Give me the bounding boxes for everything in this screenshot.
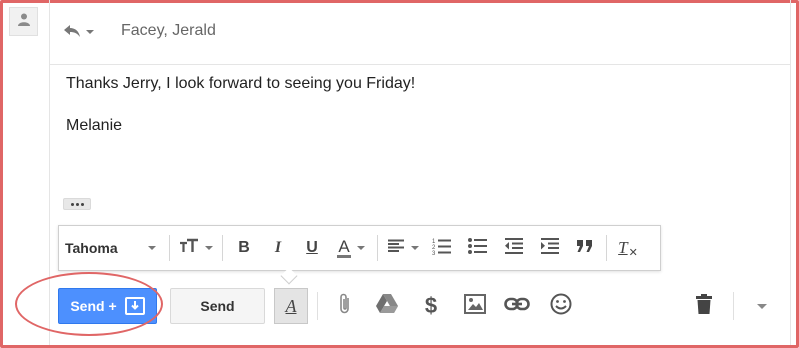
link-icon <box>504 297 530 316</box>
insert-photo-button[interactable] <box>462 293 488 319</box>
reply-compose: Facey, Jerald Thanks Jerry, I look forwa… <box>49 0 791 345</box>
numbered-list-button[interactable]: 1 2 3 <box>424 234 460 262</box>
bulleted-list-icon <box>468 237 488 260</box>
svg-text:3: 3 <box>432 251 436 255</box>
emoji-icon <box>550 293 572 320</box>
align-select[interactable] <box>382 234 424 262</box>
insert-link-button[interactable] <box>504 293 530 319</box>
text-color-label: A <box>337 236 351 258</box>
send-plus-label: Send + <box>70 298 117 314</box>
send-button[interactable]: Send <box>170 288 265 324</box>
show-trimmed-content-button[interactable] <box>63 198 91 210</box>
font-size-icon <box>179 238 199 259</box>
insert-emoji-button[interactable] <box>548 293 574 319</box>
reply-icon <box>62 22 82 43</box>
indent-less-button[interactable] <box>496 234 532 262</box>
chevron-down-icon <box>147 246 156 250</box>
close-icon: ✕ <box>628 246 638 259</box>
indent-more-button[interactable] <box>532 234 568 262</box>
italic-button[interactable]: I <box>261 234 295 262</box>
quote-button[interactable] <box>568 234 602 262</box>
attach-file-button[interactable] <box>332 293 358 319</box>
formatting-toggle-label: A <box>285 295 297 316</box>
discard-draft-button[interactable] <box>691 293 717 319</box>
text-color-select[interactable]: A <box>329 234 373 262</box>
person-icon <box>17 12 31 31</box>
quote-icon <box>576 239 594 258</box>
chevron-down-icon <box>411 246 419 250</box>
sender-avatar <box>9 7 38 36</box>
font-family-select[interactable]: Tahoma <box>59 234 165 262</box>
send-money-button[interactable]: $ <box>418 293 444 319</box>
remove-formatting-button[interactable]: T ✕ <box>611 234 645 262</box>
font-size-select[interactable] <box>174 234 218 262</box>
recipient-name[interactable]: Facey, Jerald <box>121 22 216 40</box>
bold-button[interactable]: B <box>227 234 261 262</box>
photo-icon <box>464 293 486 319</box>
send-and-archive-button[interactable]: Send + <box>58 288 157 324</box>
trash-icon <box>695 293 713 320</box>
message-line: Thanks Jerry, I look forward to seeing y… <box>66 75 416 92</box>
formatting-options-toggle[interactable]: A <box>274 288 308 324</box>
align-icon <box>387 239 405 258</box>
font-family-value: Tahoma <box>65 240 118 256</box>
chevron-down-icon <box>86 30 94 34</box>
message-body[interactable]: Thanks Jerry, I look forward to seeing y… <box>66 74 415 136</box>
reply-type-dropdown[interactable] <box>62 22 100 42</box>
more-options-icon <box>757 303 767 309</box>
remove-formatting-icon: T <box>618 238 628 257</box>
compose-header: Facey, Jerald <box>50 0 790 65</box>
insert-from-drive-button[interactable] <box>374 293 400 319</box>
send-archive-icon <box>124 297 145 315</box>
indent-less-icon <box>504 237 524 259</box>
drive-icon <box>375 293 399 320</box>
attach-icon <box>338 292 352 321</box>
chevron-down-icon <box>205 246 213 250</box>
more-options-button[interactable] <box>749 293 775 319</box>
underline-button[interactable]: U <box>295 234 329 262</box>
signature: Melanie <box>66 117 123 134</box>
bulleted-list-button[interactable] <box>460 234 496 262</box>
compose-actions-bar: Send + Send A $ <box>50 282 790 332</box>
formatting-toolbar: Tahoma B I U A 1 2 3 T ✕ <box>58 225 661 271</box>
chevron-down-icon <box>356 246 365 250</box>
numbered-list-icon: 1 2 3 <box>432 237 452 260</box>
indent-more-icon <box>540 237 560 259</box>
money-icon: $ <box>424 293 438 318</box>
